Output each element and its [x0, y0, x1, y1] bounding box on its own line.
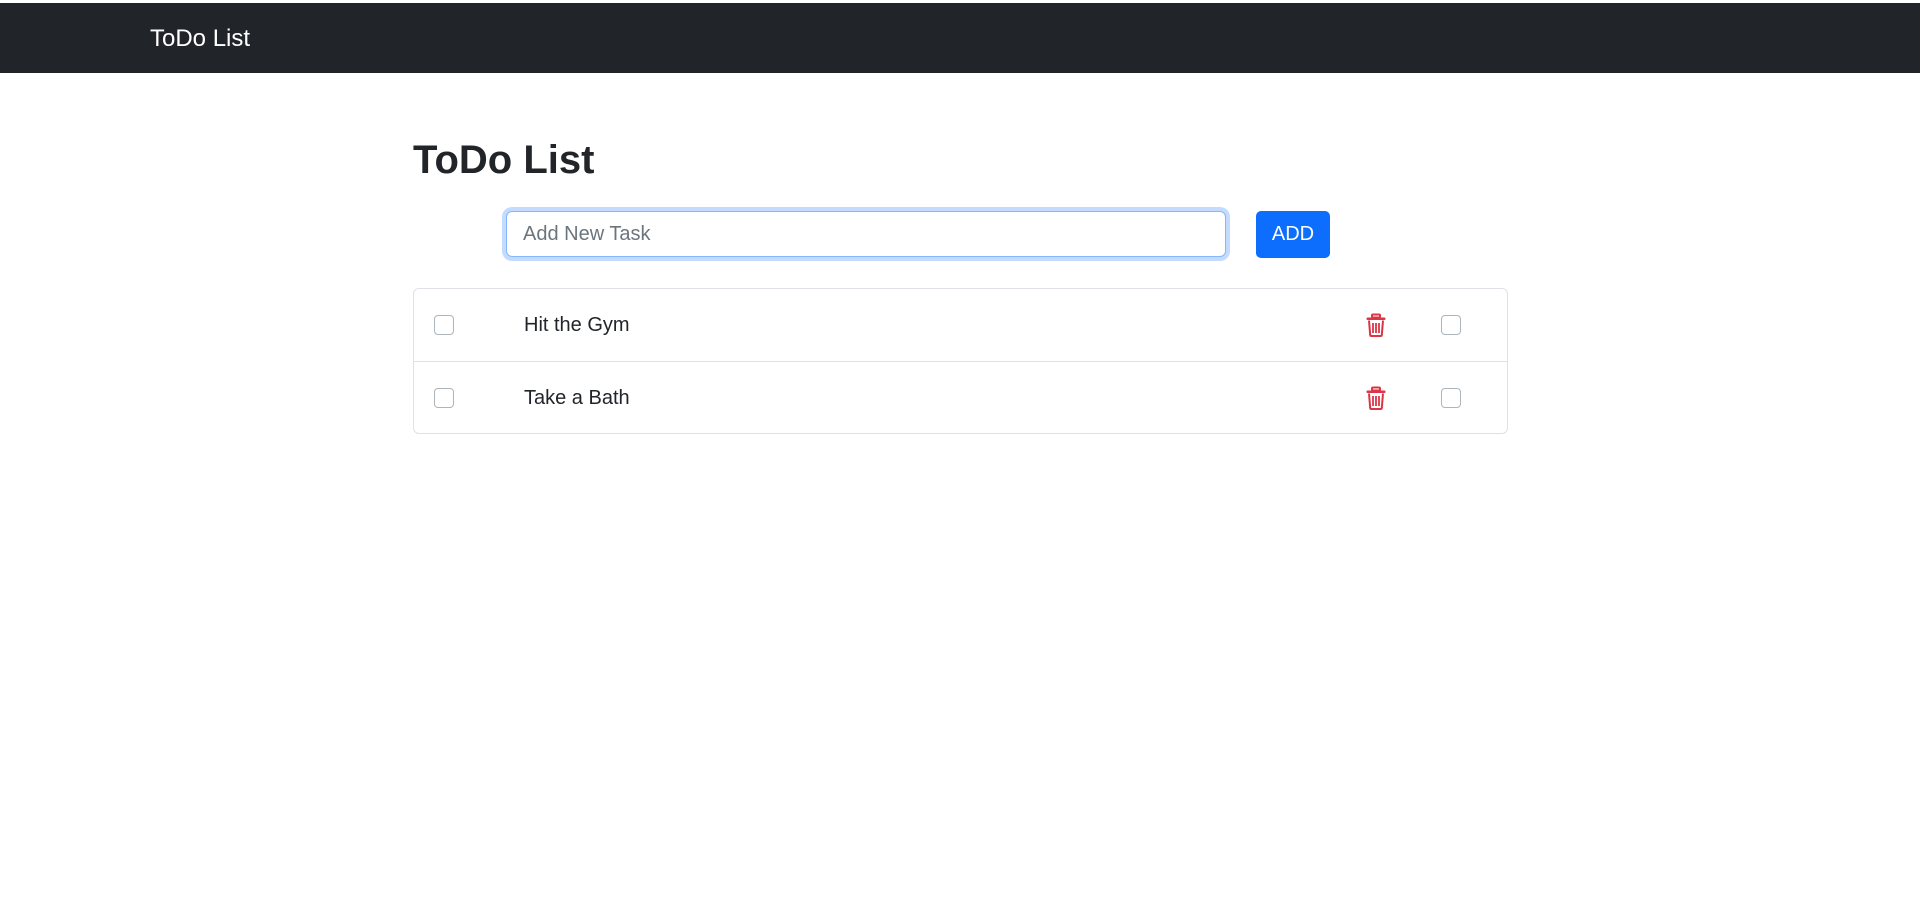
task-item: Hit the Gym: [414, 289, 1507, 362]
trash-icon[interactable]: [1365, 386, 1387, 410]
task-select-checkbox[interactable]: [1441, 315, 1461, 335]
task-text: Hit the Gym: [524, 314, 630, 336]
task-list: Hit the Gym Take a Bath: [413, 288, 1508, 434]
page-title: ToDo List: [413, 138, 595, 182]
add-task-button[interactable]: ADD: [1256, 211, 1330, 258]
navbar-brand[interactable]: ToDo List: [150, 25, 250, 53]
task-item: Take a Bath: [414, 362, 1507, 434]
task-complete-checkbox[interactable]: [434, 315, 454, 335]
trash-icon[interactable]: [1365, 313, 1387, 337]
task-text: Take a Bath: [524, 387, 630, 409]
new-task-input[interactable]: [506, 211, 1226, 257]
navbar: ToDo List: [0, 3, 1920, 73]
task-complete-checkbox[interactable]: [434, 388, 454, 408]
task-select-checkbox[interactable]: [1441, 388, 1461, 408]
